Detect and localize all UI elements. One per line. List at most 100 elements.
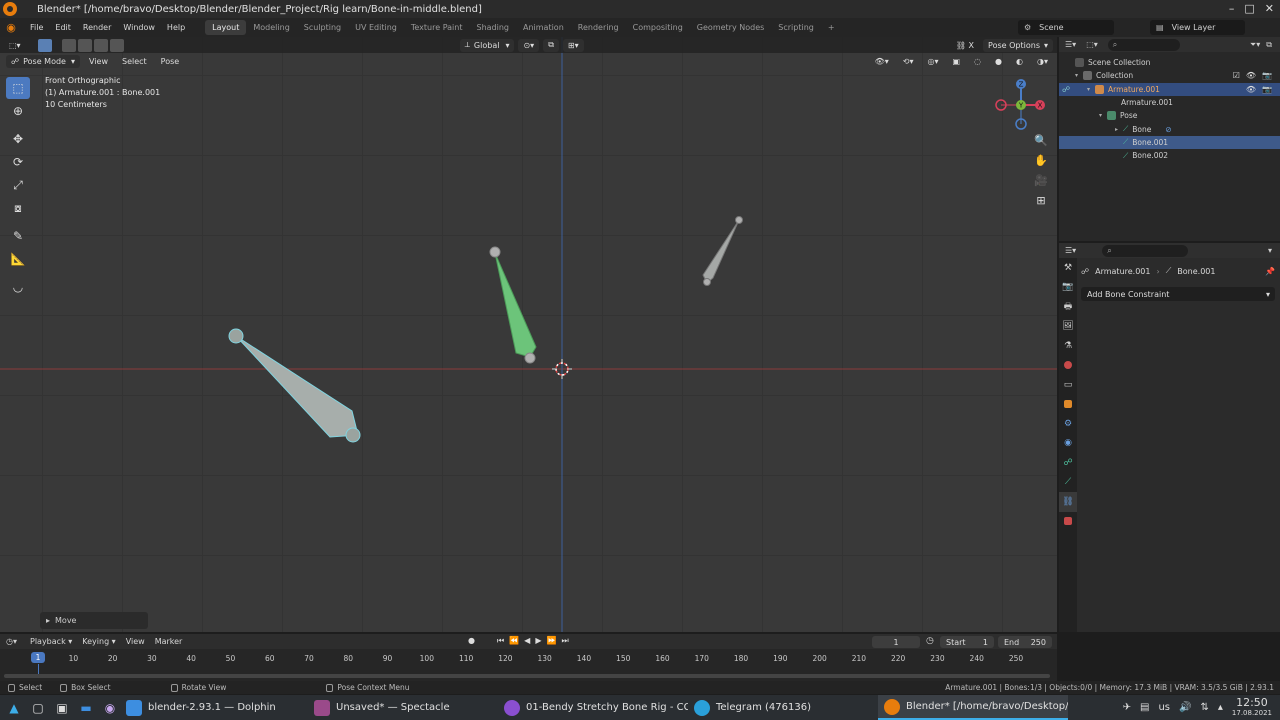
end-frame-field[interactable]: End 250 [998, 636, 1052, 648]
outliner-row-pose[interactable]: ▾ Pose [1059, 109, 1280, 122]
pan-hand-icon[interactable]: ✋ [1033, 152, 1049, 168]
add-bone-constraint-dropdown[interactable]: Add Bone Constraint ▾ [1081, 287, 1275, 301]
play-reverse-icon[interactable]: ◀ [524, 636, 530, 646]
eye-icon[interactable]: 👁 [1246, 85, 1256, 94]
object-constraint-tab-icon[interactable]: ☍ [1059, 453, 1077, 473]
bone-middle-active[interactable] [489, 246, 537, 364]
outliner-row-collection[interactable]: ▾ Collection ☑ 👁 📷 [1059, 69, 1280, 82]
outliner-row-armature[interactable]: ☍ ▾ Armature.001 👁 📷 [1059, 82, 1280, 96]
new-collection-icon[interactable]: ⧉ [1266, 40, 1272, 50]
modifier-tab-icon[interactable]: ⚙ [1059, 414, 1077, 434]
object-tab-icon[interactable] [1059, 395, 1077, 415]
menu-marker[interactable]: Marker [150, 637, 188, 646]
clock-icon[interactable]: ◷ [926, 636, 934, 646]
scale-tool-icon[interactable]: ⤢ [6, 174, 30, 196]
tab-texture-paint[interactable]: Texture Paint [404, 20, 470, 35]
tab-layout[interactable]: Layout [205, 20, 247, 35]
menu-keying[interactable]: Keying ▾ [77, 637, 120, 646]
menu-pose[interactable]: Pose [156, 55, 185, 68]
physics-tab-icon[interactable]: ◉ [1059, 434, 1077, 454]
pivot-point-dropdown[interactable]: ⊙▾ [518, 38, 540, 52]
select-mode-icon[interactable] [37, 38, 52, 52]
tab-sculpting[interactable]: Sculpting [297, 20, 348, 35]
rotate-tool-icon[interactable]: ⟳ [6, 151, 30, 173]
properties-search-input[interactable]: ⌕ [1102, 244, 1189, 257]
armature-data-tab-icon[interactable]: ⟋ [1059, 473, 1077, 493]
menu-playback[interactable]: Playback ▾ [25, 637, 77, 646]
jump-start-icon[interactable]: ⏮ [497, 636, 504, 646]
scene-tab-icon[interactable]: ⚗ [1059, 336, 1077, 356]
outliner-search-input[interactable]: ⌕ [1107, 38, 1180, 51]
task-blender[interactable]: Blender* [/home/bravo/Desktop/B... [878, 695, 1068, 720]
render-tab-icon[interactable]: 📷 [1059, 278, 1077, 298]
jump-end-icon[interactable]: ⏭ [561, 636, 568, 646]
select-invert-icon[interactable] [109, 38, 124, 52]
record-icon[interactable]: ● [468, 636, 475, 646]
browser-icon[interactable]: ◉ [100, 698, 120, 718]
filter-icon[interactable]: ⏷▾ [1250, 40, 1260, 50]
tab-geometry-nodes[interactable]: Geometry Nodes [690, 20, 771, 35]
pin-icon[interactable]: 📌 [1265, 267, 1275, 276]
close-button[interactable]: ✕ [1265, 2, 1274, 15]
minimize-button[interactable]: – [1229, 2, 1235, 15]
bone-constraint-tab-icon[interactable]: ⛓ [1059, 492, 1077, 512]
show-desktop-icon[interactable]: ▢ [28, 698, 48, 718]
menu-help[interactable]: Help [161, 23, 191, 32]
telegram-tray-icon[interactable]: ✈ [1123, 702, 1131, 713]
texture-tab-icon[interactable] [1059, 512, 1077, 532]
tab-shading[interactable]: Shading [469, 20, 516, 35]
tray-expand-icon[interactable]: ▴ [1218, 702, 1223, 713]
relax-pose-tool-icon[interactable]: ◡ [6, 276, 30, 298]
menu-select[interactable]: Select [117, 55, 152, 68]
scene-selector[interactable]: ⚙ Scene [1018, 20, 1114, 35]
play-icon[interactable]: ▶ [535, 636, 541, 646]
collection-tab-icon[interactable]: ▭ [1059, 375, 1077, 395]
keyboard-layout[interactable]: us [1158, 702, 1170, 713]
clock[interactable]: 12:50 17.08.2021 [1232, 697, 1272, 718]
tab-uv-editing[interactable]: UV Editing [348, 20, 404, 35]
transform-tool-icon[interactable]: ⧇ [6, 197, 30, 219]
expand-arrow-icon[interactable]: ▾ [1099, 112, 1107, 119]
outliner-editor-icon[interactable]: ☰▾ [1065, 40, 1076, 49]
task-spectacle[interactable]: Unsaved* — Spectacle [308, 695, 498, 720]
tab-modeling[interactable]: Modeling [246, 20, 296, 35]
menu-file[interactable]: File [24, 23, 49, 32]
editor-type-icon[interactable]: ⬚▾ [4, 39, 26, 52]
app-launcher-icon[interactable]: ▲ [4, 698, 24, 718]
volume-icon[interactable]: 🔊 [1179, 702, 1191, 713]
outliner-row-bone[interactable]: ▸ ⟋ Bone ⊘ [1059, 122, 1280, 135]
select-box-tool-icon[interactable]: ⬚ [6, 77, 30, 99]
select-subtract-icon[interactable] [93, 38, 108, 52]
last-operator-panel[interactable]: ▸ Move [40, 612, 148, 629]
timeline-scrollbar[interactable] [4, 674, 1050, 678]
navigation-gizmo[interactable]: Z X Y [993, 77, 1049, 133]
task-dolphin[interactable]: blender-2.93.1 — Dolphin [120, 695, 308, 720]
cursor-tool-icon[interactable]: ⊕ [6, 100, 30, 122]
transform-orientation-dropdown[interactable]: ⟂ Global ▾ [459, 38, 515, 52]
shading-solid-icon[interactable]: ● [990, 55, 1007, 68]
gizmo-toggle[interactable]: ⟲▾ [898, 55, 919, 68]
tab-scripting[interactable]: Scripting [771, 20, 821, 35]
bone-left[interactable] [228, 328, 361, 443]
shading-material-icon[interactable]: ◐ [1011, 55, 1028, 68]
camera-icon[interactable]: 📷 [1262, 85, 1272, 94]
tab-rendering[interactable]: Rendering [571, 20, 626, 35]
timeline-editor-icon[interactable]: ◷▾ [6, 637, 17, 646]
file-manager-icon[interactable]: ▬ [76, 698, 96, 718]
move-tool-icon[interactable]: ✥ [6, 128, 30, 150]
mode-dropdown[interactable]: ☍ Pose Mode ▾ [6, 54, 80, 68]
zoom-icon[interactable]: 🔍 [1033, 132, 1049, 148]
menu-render[interactable]: Render [77, 23, 117, 32]
select-extend-icon[interactable] [77, 38, 92, 52]
shading-wireframe-icon[interactable]: ◌ [969, 55, 986, 68]
menu-view[interactable]: View [84, 55, 113, 68]
current-frame-marker[interactable]: 1 [31, 652, 45, 663]
snap-toggle[interactable]: ⧉ [543, 38, 559, 52]
measure-tool-icon[interactable]: 📐 [6, 248, 30, 270]
visibility-dropdown[interactable]: 👁▾ [870, 55, 894, 68]
chevron-down-icon[interactable]: ▾ [1268, 246, 1272, 255]
select-new-icon[interactable] [61, 38, 76, 52]
tool-tab-icon[interactable]: ⚒ [1059, 258, 1077, 278]
output-tab-icon[interactable]: 🖶 [1059, 297, 1077, 317]
maximize-button[interactable]: □ [1244, 2, 1254, 15]
